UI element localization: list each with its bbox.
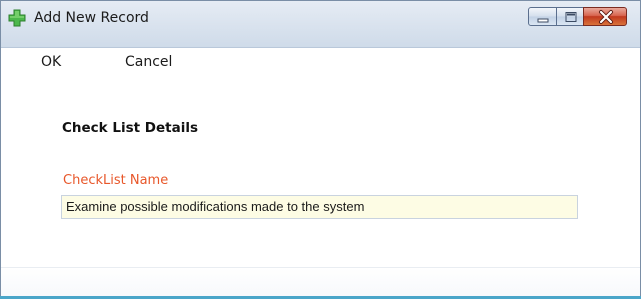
- window-title: Add New Record: [34, 10, 149, 26]
- close-button[interactable]: [583, 7, 627, 26]
- checklist-name-input[interactable]: Examine possible modifications made to t…: [61, 195, 578, 219]
- add-new-record-window: Add New Record OK Cancel Check List Deta…: [0, 0, 641, 299]
- menu-bar: [1, 49, 640, 77]
- minimize-icon: [537, 18, 549, 23]
- checklist-name-label: CheckList Name: [63, 173, 169, 188]
- status-strip: [1, 267, 640, 298]
- maximize-icon: [565, 12, 577, 22]
- green-plus-icon: [8, 9, 26, 27]
- section-title: Check List Details: [62, 120, 198, 136]
- close-icon: [599, 10, 613, 24]
- ok-menu-item[interactable]: OK: [41, 53, 61, 71]
- maximize-button[interactable]: [556, 7, 584, 26]
- minimize-button[interactable]: [528, 7, 557, 26]
- title-bar[interactable]: Add New Record: [1, 1, 640, 48]
- cancel-menu-item[interactable]: Cancel: [125, 53, 172, 71]
